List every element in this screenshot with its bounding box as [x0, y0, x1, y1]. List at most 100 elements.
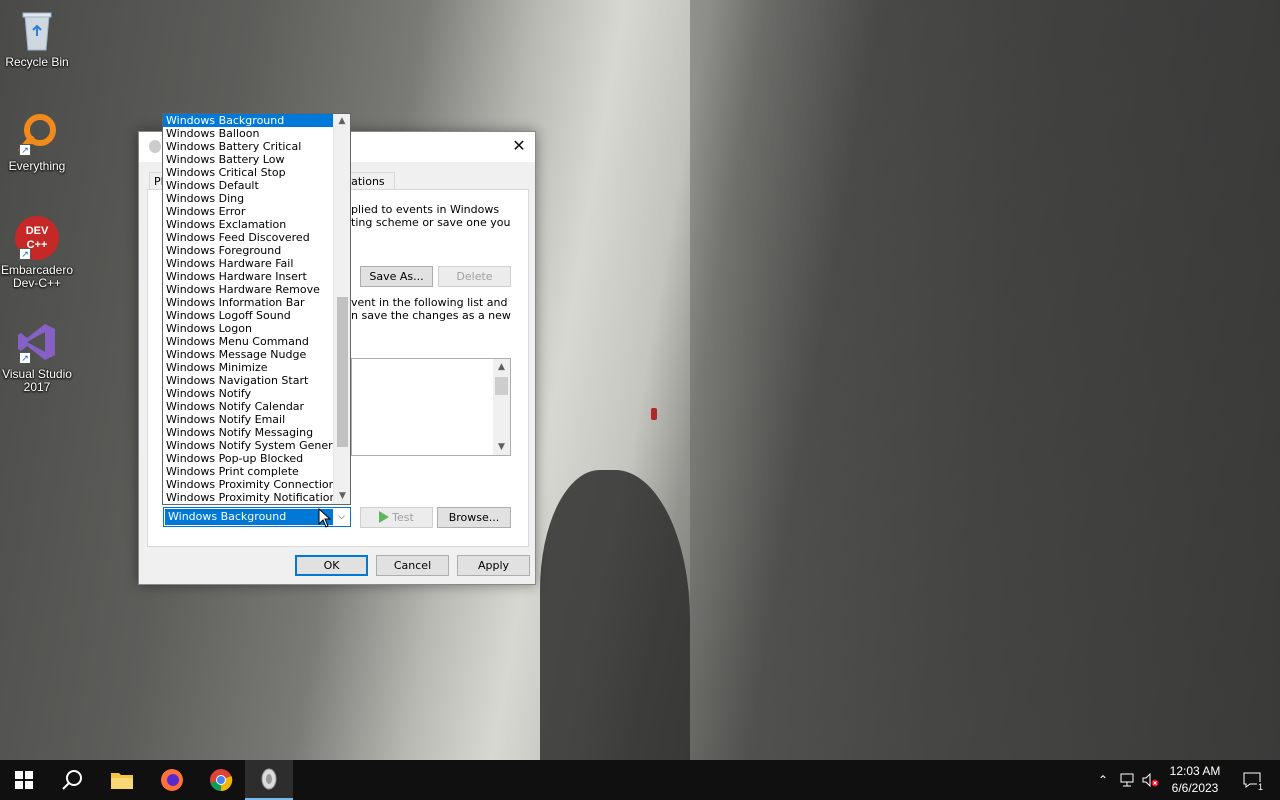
scroll-up-icon[interactable]: ▲ [493, 359, 510, 375]
sound-option[interactable]: Windows Notify System Generic [163, 439, 334, 452]
sound-option[interactable]: Windows Navigation Start [163, 374, 334, 387]
events-description-line: vent in the following list and [351, 296, 508, 309]
dropdown-scrollbar[interactable]: ▲ ▼ [333, 114, 350, 504]
apply-button[interactable]: Apply [457, 555, 530, 576]
sounds-dropdown-list[interactable]: Windows Background Windows Balloon Windows… [162, 113, 351, 505]
chevron-down-icon[interactable]: ⌵ [333, 508, 350, 526]
sound-option[interactable]: Windows Pop-up Blocked [163, 452, 334, 465]
scheme-description-line: plied to events in Windows [351, 203, 500, 216]
sound-option[interactable]: Windows Battery Low [163, 153, 334, 166]
sound-option[interactable]: Windows Balloon [163, 127, 334, 140]
taskbar-file-explorer[interactable] [98, 760, 146, 800]
wallpaper-rock [540, 470, 690, 770]
cancel-button[interactable]: Cancel [376, 555, 449, 576]
sound-option[interactable]: Windows Error [163, 205, 334, 218]
wallpaper-shadow [690, 0, 1280, 760]
sound-option[interactable]: Windows Hardware Remove [163, 283, 334, 296]
recycle-bin-icon [15, 8, 59, 52]
desktop-icon-label: Embarcadero Dev-C++ [0, 263, 74, 290]
volume-button[interactable] [1140, 760, 1162, 800]
chrome-icon [210, 769, 233, 792]
notification-count: 1 [1256, 782, 1264, 792]
sound-option[interactable]: Windows Hardware Fail [163, 257, 334, 270]
desktop-icon-recycle-bin[interactable]: Recycle Bin [0, 8, 74, 69]
scroll-thumb[interactable] [495, 377, 508, 395]
sound-option[interactable]: Windows Logon [163, 322, 334, 335]
shortcut-arrow-icon: ↗ [19, 352, 31, 364]
program-events-list[interactable]: ▲ ▼ [351, 358, 511, 456]
delete-button: Delete [438, 266, 511, 287]
taskbar-clock[interactable]: 12:03 AM 6/6/2023 [1164, 763, 1226, 797]
firefox-icon [161, 769, 183, 791]
chevron-up-icon: ⌃ [1097, 773, 1109, 787]
sound-option[interactable]: Windows Notify Email [163, 413, 334, 426]
scheme-description: plied to events in Windows ting scheme o… [351, 203, 521, 229]
events-description-line: n save the changes as a new [351, 309, 511, 322]
sound-option[interactable]: Windows Critical Stop [163, 166, 334, 179]
sound-option[interactable]: Windows Background [163, 114, 334, 127]
play-icon [379, 511, 390, 523]
scroll-up-icon[interactable]: ▲ [334, 114, 350, 129]
shortcut-arrow-icon: ↗ [19, 248, 31, 260]
sound-option[interactable]: Windows Exclamation [163, 218, 334, 231]
sound-option[interactable]: Windows Menu Command [163, 335, 334, 348]
sound-option[interactable]: Windows Notify [163, 387, 334, 400]
sound-option[interactable]: Windows Message Nudge [163, 348, 334, 361]
show-hidden-icons-button[interactable]: ⌃ [1094, 760, 1112, 800]
test-button-label: Test [392, 511, 414, 524]
everything-icon: ↗ [15, 112, 59, 156]
sound-option[interactable]: Windows Foreground [163, 244, 334, 257]
clock-time: 12:03 AM [1169, 764, 1221, 778]
start-button[interactable] [0, 760, 48, 800]
speaker-settings-icon [261, 768, 277, 790]
sound-option[interactable]: Windows Default [163, 179, 334, 192]
desktop-icon-everything[interactable]: ↗ Everything [0, 112, 74, 173]
sounds-dropdown-items: Windows Background Windows Balloon Windows… [163, 114, 334, 504]
wallpaper-climber [651, 408, 657, 420]
close-button[interactable]: ✕ [503, 132, 535, 162]
sound-option[interactable]: Windows Proximity Connection [163, 478, 334, 491]
sound-option[interactable]: Windows Battery Critical [163, 140, 334, 153]
scroll-thumb[interactable] [337, 297, 348, 447]
windows-logo-icon [15, 771, 33, 789]
dev-cpp-icon: DEV C++ ↗ [15, 216, 59, 260]
sound-option[interactable]: Windows Feed Discovered [163, 231, 334, 244]
sound-option[interactable]: Windows Hardware Insert [163, 270, 334, 283]
search-icon [62, 770, 82, 790]
scheme-description-line: ting scheme or save one you [351, 216, 511, 229]
events-scrollbar[interactable]: ▲ ▼ [493, 359, 510, 455]
network-status-button[interactable] [1116, 760, 1138, 800]
ok-button[interactable]: OK [295, 555, 368, 576]
volume-muted-icon [1142, 773, 1159, 787]
sound-option[interactable]: Windows Proximity Notification [163, 491, 334, 504]
desktop-icon-dev-cpp[interactable]: DEV C++ ↗ Embarcadero Dev-C++ [0, 216, 74, 290]
sound-option[interactable]: Windows Logoff Sound [163, 309, 334, 322]
save-as-button[interactable]: Save As... [360, 266, 433, 287]
desktop-icon-visual-studio[interactable]: ↗ Visual Studio 2017 [0, 320, 74, 394]
sound-option[interactable]: Windows Ding [163, 192, 334, 205]
action-center-button[interactable]: 1 [1234, 760, 1270, 800]
events-description: vent in the following list and n save th… [351, 296, 521, 322]
sounds-combobox-value: Windows Background [165, 509, 333, 525]
visual-studio-icon: ↗ [15, 320, 59, 364]
sound-option[interactable]: Windows Information Bar [163, 296, 334, 309]
desktop-icon-label: Everything [8, 159, 66, 173]
desktop-icon-label: Visual Studio 2017 [2, 367, 72, 394]
scroll-down-icon[interactable]: ▼ [334, 489, 350, 504]
mouse-pointer-icon [318, 508, 332, 528]
browse-button[interactable]: Browse... [437, 507, 511, 528]
speaker-icon [149, 140, 161, 153]
taskbar-firefox[interactable] [148, 760, 196, 800]
taskbar-sound-control-panel[interactable] [245, 760, 293, 800]
search-button[interactable] [48, 760, 96, 800]
taskbar-chrome[interactable] [197, 760, 245, 800]
test-button: Test [360, 507, 433, 528]
sound-option[interactable]: Windows Print complete [163, 465, 334, 478]
taskbar: ⌃ 12:03 AM 6/6/2023 1 [0, 760, 1280, 800]
sound-option[interactable]: Windows Notify Messaging [163, 426, 334, 439]
scroll-down-icon[interactable]: ▼ [493, 439, 510, 455]
network-icon [1120, 773, 1134, 787]
sound-option[interactable]: Windows Minimize [163, 361, 334, 374]
shortcut-arrow-icon: ↗ [19, 144, 31, 156]
sound-option[interactable]: Windows Notify Calendar [163, 400, 334, 413]
